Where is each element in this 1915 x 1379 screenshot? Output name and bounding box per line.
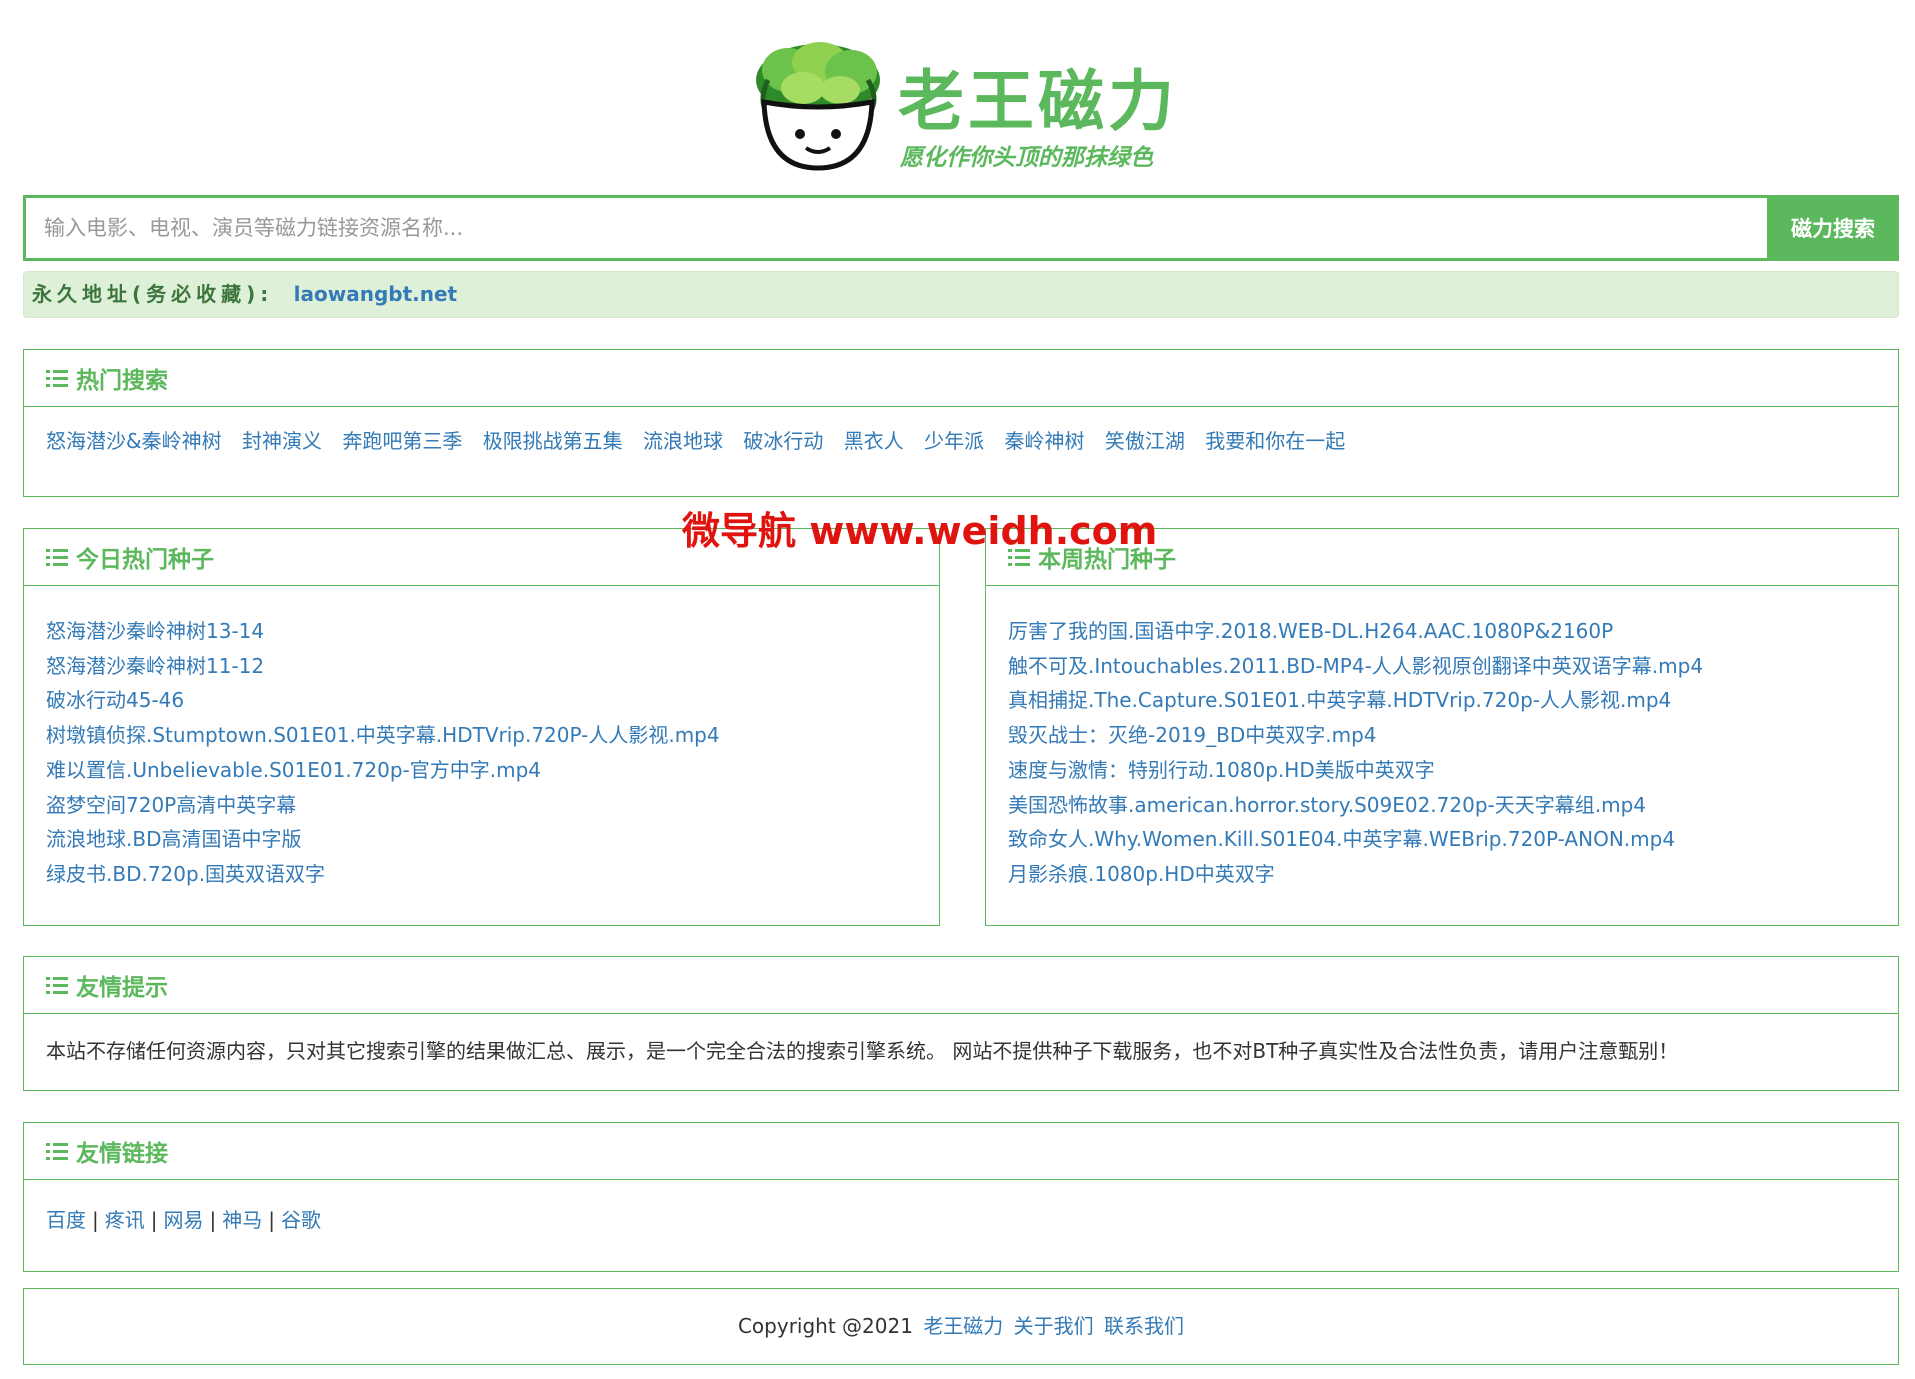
notice-text: 本站不存储任何资源内容，只对其它搜索引擎的结果做汇总、展示，是一个完全合法的搜索… xyxy=(46,1039,1679,1063)
permanent-address-bar: 永久地址(务必收藏): laowangbt.net xyxy=(23,271,1899,318)
notice-title: 友情提示 xyxy=(76,975,168,1001)
search-bar: 磁力搜索 xyxy=(23,195,1899,261)
permanent-address-link[interactable]: laowangbt.net xyxy=(294,282,457,306)
hot-search-item[interactable]: 封神演义 xyxy=(242,429,322,453)
search-input[interactable] xyxy=(23,195,1767,261)
logo-title: 老王磁力 xyxy=(898,62,1178,140)
hot-search-item[interactable]: 秦岭神树 xyxy=(1004,429,1084,453)
hot-search-title: 热门搜索 xyxy=(76,368,168,394)
list-item: 怒海潜沙秦岭神树13-14 xyxy=(46,614,917,649)
seed-link[interactable]: 绿皮书.BD.720p.国英双语双字 xyxy=(46,862,325,886)
footer-text: Copyright @2021 老王磁力 关于我们 联系我们 xyxy=(24,1289,1898,1364)
list-item: 美国恐怖故事.american.horror.story.S09E02.720p… xyxy=(1008,788,1876,823)
seed-link[interactable]: 毁灭战士：灭绝-2019_BD中英双字.mp4 xyxy=(1008,723,1377,747)
seed-link[interactable]: 怒海潜沙秦岭神树11-12 xyxy=(46,654,264,678)
link-separator: | xyxy=(209,1208,217,1232)
week-hot-list: 厉害了我的国.国语中字.2018.WEB-DL.H264.AAC.1080P&2… xyxy=(1008,614,1876,892)
notice-panel: 友情提示 本站不存储任何资源内容，只对其它搜索引擎的结果做汇总、展示，是一个完全… xyxy=(23,956,1899,1091)
hot-search-item[interactable]: 极限挑战第五集 xyxy=(483,429,623,453)
list-item: 触不可及.Intouchables.2011.BD-MP4-人人影视原创翻译中英… xyxy=(1008,649,1876,684)
seed-link[interactable]: 怒海潜沙秦岭神树13-14 xyxy=(46,619,264,643)
list-item: 盗梦空间720P高清中英字幕 xyxy=(46,788,917,823)
permanent-address-label: 永久地址(务必收藏): xyxy=(32,282,274,306)
footer-about-link[interactable]: 关于我们 xyxy=(1014,1314,1094,1338)
list-icon xyxy=(46,369,68,387)
watermark: 微导航 www.weidh.com xyxy=(682,509,1158,553)
list-icon xyxy=(46,976,68,994)
list-item: 绿皮书.BD.720p.国英双语双字 xyxy=(46,857,917,892)
magnet-search-button[interactable]: 磁力搜索 xyxy=(1767,195,1899,261)
friend-link-shenma[interactable]: 神马 xyxy=(222,1208,262,1232)
list-item: 怒海潜沙秦岭神树11-12 xyxy=(46,649,917,684)
seed-link[interactable]: 真相捕捉.The.Capture.S01E01.中英字幕.HDTVrip.720… xyxy=(1008,688,1671,712)
site-logo[interactable]: 老王磁力 愿化作你头顶的那抹绿色 xyxy=(748,40,1174,175)
list-item: 厉害了我的国.国语中字.2018.WEB-DL.H264.AAC.1080P&2… xyxy=(1008,614,1876,649)
footer-site-link[interactable]: 老王磁力 xyxy=(923,1314,1003,1338)
link-separator: | xyxy=(92,1208,99,1232)
seed-link[interactable]: 盗梦空间720P高清中英字幕 xyxy=(46,793,296,817)
list-item: 月影杀痕.1080p.HD中英双字 xyxy=(1008,857,1876,892)
seed-link[interactable]: 破冰行动45-46 xyxy=(46,688,184,712)
friend-links-panel: 友情链接 百度 | 疼讯 | 网易 | 神马 | 谷歌 xyxy=(23,1122,1899,1272)
seed-link[interactable]: 流浪地球.BD高清国语中字版 xyxy=(46,827,301,851)
today-hot-panel: 今日热门种子 怒海潜沙秦岭神树13-14 怒海潜沙秦岭神树11-12 破冰行动4… xyxy=(23,528,940,926)
footer-contact-link[interactable]: 联系我们 xyxy=(1104,1314,1184,1338)
hot-search-item[interactable]: 破冰行动 xyxy=(743,429,823,453)
hot-search-item[interactable]: 黑衣人 xyxy=(844,429,904,453)
week-hot-body: 厉害了我的国.国语中字.2018.WEB-DL.H264.AAC.1080P&2… xyxy=(986,586,1898,912)
list-item: 流浪地球.BD高清国语中字版 xyxy=(46,822,917,857)
list-item: 毁灭战士：灭绝-2019_BD中英双字.mp4 xyxy=(1008,718,1876,753)
link-separator: | xyxy=(268,1208,275,1232)
seed-link[interactable]: 厉害了我的国.国语中字.2018.WEB-DL.H264.AAC.1080P&2… xyxy=(1008,619,1613,643)
seed-link[interactable]: 美国恐怖故事.american.horror.story.S09E02.720p… xyxy=(1008,793,1646,817)
seed-link[interactable]: 难以置信.Unbelievable.S01E01.720p-官方中字.mp4 xyxy=(46,758,541,782)
logo-slogan: 愿化作你头顶的那抹绿色 xyxy=(900,145,1153,171)
friend-links-list: 百度 | 疼讯 | 网易 | 神马 | 谷歌 xyxy=(24,1180,1898,1253)
panel-heading: 热门搜索 xyxy=(24,350,1898,407)
footer: Copyright @2021 老王磁力 关于我们 联系我们 xyxy=(23,1288,1899,1365)
today-hot-title: 今日热门种子 xyxy=(76,547,214,573)
list-item: 真相捕捉.The.Capture.S01E01.中英字幕.HDTVrip.720… xyxy=(1008,683,1876,718)
list-item: 致命女人.Why.Women.Kill.S01E04.中英字幕.WEBrip.7… xyxy=(1008,822,1876,857)
friend-link-guge[interactable]: 谷歌 xyxy=(281,1208,321,1232)
seed-link[interactable]: 致命女人.Why.Women.Kill.S01E04.中英字幕.WEBrip.7… xyxy=(1008,827,1675,851)
panel-heading: 友情链接 xyxy=(24,1123,1898,1180)
seed-link[interactable]: 触不可及.Intouchables.2011.BD-MP4-人人影视原创翻译中英… xyxy=(1008,654,1703,678)
list-item: 难以置信.Unbelievable.S01E01.720p-官方中字.mp4 xyxy=(46,753,917,788)
copyright-text: Copyright @2021 xyxy=(737,1314,913,1338)
link-separator: | xyxy=(150,1208,158,1232)
list-item: 树墩镇侦探.Stumptown.S01E01.中英字幕.HDTVrip.720P… xyxy=(46,718,917,753)
list-icon xyxy=(46,1142,68,1160)
list-icon xyxy=(46,548,68,566)
hot-search-item[interactable]: 怒海潜沙&秦岭神树 xyxy=(46,429,222,453)
hot-search-list: 怒海潜沙&秦岭神树 封神演义 奔跑吧第三季 极限挑战第五集 流浪地球 破冰行动 … xyxy=(24,407,1898,475)
seed-link[interactable]: 树墩镇侦探.Stumptown.S01E01.中英字幕.HDTVrip.720P… xyxy=(46,723,720,747)
friend-links-title: 友情链接 xyxy=(76,1141,168,1167)
header: 老王磁力 愿化作你头顶的那抹绿色 xyxy=(0,0,1915,190)
lettuce-mascot-icon xyxy=(756,42,880,171)
friend-link-baidu[interactable]: 百度 xyxy=(46,1208,86,1232)
hot-search-item[interactable]: 笑傲江湖 xyxy=(1105,429,1185,453)
list-item: 速度与激情：特别行动.1080p.HD美版中英双字 xyxy=(1008,753,1876,788)
hot-search-panel: 热门搜索 怒海潜沙&秦岭神树 封神演义 奔跑吧第三季 极限挑战第五集 流浪地球 … xyxy=(23,349,1899,497)
panel-heading: 友情提示 xyxy=(24,957,1898,1014)
list-item: 破冰行动45-46 xyxy=(46,683,917,718)
today-hot-body: 怒海潜沙秦岭神树13-14 怒海潜沙秦岭神树11-12 破冰行动45-46 树墩… xyxy=(24,586,939,912)
week-hot-panel: 本周热门种子 厉害了我的国.国语中字.2018.WEB-DL.H264.AAC.… xyxy=(985,528,1899,926)
hot-search-item[interactable]: 我要和你在一起 xyxy=(1205,429,1345,453)
hot-search-item[interactable]: 流浪地球 xyxy=(643,429,723,453)
hot-search-item[interactable]: 少年派 xyxy=(924,429,984,453)
seed-link[interactable]: 速度与激情：特别行动.1080p.HD美版中英双字 xyxy=(1008,758,1435,782)
seed-link[interactable]: 月影杀痕.1080p.HD中英双字 xyxy=(1008,862,1275,886)
friend-link-wangyi[interactable]: 网易 xyxy=(164,1208,204,1232)
hot-search-item[interactable]: 奔跑吧第三季 xyxy=(342,429,462,453)
today-hot-list: 怒海潜沙秦岭神树13-14 怒海潜沙秦岭神树11-12 破冰行动45-46 树墩… xyxy=(46,614,917,892)
friend-link-tengxun[interactable]: 疼讯 xyxy=(105,1208,145,1232)
